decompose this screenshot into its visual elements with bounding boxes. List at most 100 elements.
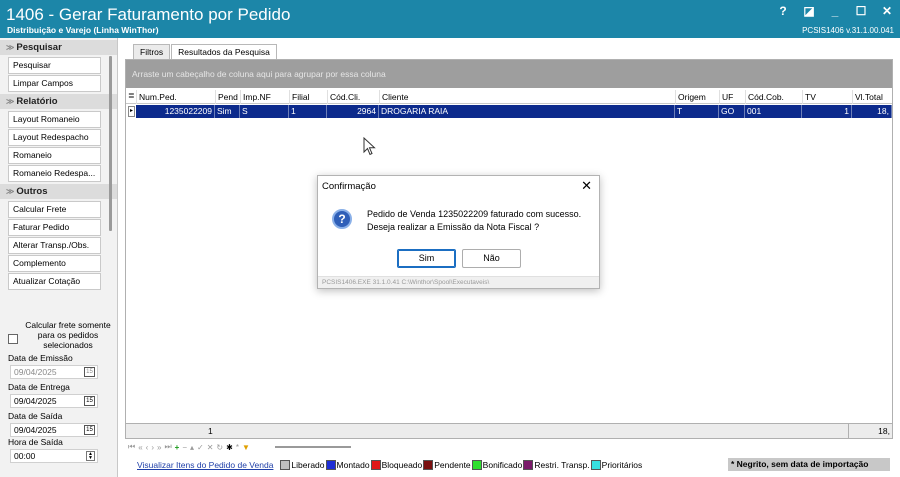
restore-layout-icon[interactable]: ◪ bbox=[802, 4, 816, 18]
sidebar-item-atualizar-cotacao[interactable]: Atualizar Cotação bbox=[8, 273, 101, 290]
cell-cod-cli[interactable]: 2964 bbox=[327, 105, 379, 118]
window-subtitle: Distribuição e Varejo (Linha WinThor) bbox=[7, 25, 159, 35]
add-record-icon[interactable]: + bbox=[175, 443, 180, 452]
cell-cliente[interactable]: DROGARIA RAIA bbox=[379, 105, 675, 118]
cell-imp-nf[interactable]: S bbox=[240, 105, 289, 118]
navigator-track[interactable] bbox=[274, 446, 351, 448]
legend-label: Restri. Transp. bbox=[534, 459, 590, 470]
prev-record-icon[interactable]: ‹ bbox=[146, 443, 149, 452]
data-entrega-field[interactable]: 09/04/2025 15 bbox=[10, 394, 98, 408]
calc-frete-label: Calcular frete somente para os pedidos s… bbox=[25, 320, 111, 350]
col-cod-cob[interactable]: Cód.Cob. bbox=[745, 90, 802, 104]
help-icon[interactable]: ? bbox=[776, 4, 790, 18]
cancel-record-icon[interactable]: ✕ bbox=[207, 443, 214, 452]
first-record-icon[interactable]: ⏮ bbox=[128, 442, 135, 452]
section-outros[interactable]: ≫ Outros bbox=[0, 184, 117, 199]
col-cod-cli[interactable]: Cód.Cli. bbox=[327, 90, 379, 104]
next-record-icon[interactable]: › bbox=[151, 443, 154, 452]
sidebar-item-faturar-pedido[interactable]: Faturar Pedido bbox=[8, 219, 101, 236]
footer-total: 18, bbox=[878, 426, 890, 436]
refresh-icon[interactable]: ↻ bbox=[216, 443, 223, 452]
table-row[interactable]: 1235022209 Sim S 1 2964 DROGARIA RAIA T … bbox=[126, 105, 892, 118]
version-label: PCSIS1406 v.31.1.00.041 bbox=[802, 26, 894, 35]
col-cliente[interactable]: Cliente bbox=[379, 90, 675, 104]
cell-pend[interactable]: Sim bbox=[215, 105, 240, 118]
sidebar-item-layout-redespacho[interactable]: Layout Redespacho bbox=[8, 129, 101, 146]
next-page-icon[interactable]: » bbox=[157, 443, 161, 452]
edit-record-icon[interactable]: ▴ bbox=[190, 443, 194, 452]
no-button[interactable]: Não bbox=[462, 249, 521, 268]
calc-frete-checkbox[interactable] bbox=[8, 334, 18, 344]
close-button[interactable]: ✕ bbox=[880, 4, 894, 18]
calendar-icon[interactable]: 15 bbox=[84, 425, 95, 435]
sidebar-item-complemento[interactable]: Complemento bbox=[8, 255, 101, 272]
data-saida-label: Data de Saída bbox=[8, 411, 63, 421]
cell-uf[interactable]: GO bbox=[719, 105, 745, 118]
calendar-icon[interactable]: 15 bbox=[84, 396, 95, 406]
confirmation-dialog: Confirmação ✕ ? Pedido de Venda 12350222… bbox=[317, 175, 600, 289]
data-emissao-field[interactable]: 09/04/2025 15 bbox=[10, 365, 98, 379]
cell-origem[interactable]: T bbox=[675, 105, 719, 118]
sidebar-item-calcular-frete[interactable]: Calcular Frete bbox=[8, 201, 101, 218]
col-uf[interactable]: UF bbox=[719, 90, 745, 104]
status-legend: Visualizar Itens do Pedido de Venda Libe… bbox=[137, 458, 642, 471]
minimize-button[interactable]: _ bbox=[828, 4, 842, 18]
bookmark-icon[interactable]: ✱ bbox=[226, 443, 233, 452]
col-origem[interactable]: Origem bbox=[675, 90, 719, 104]
cell-num-ped[interactable]: 1235022209 bbox=[136, 105, 215, 118]
footer-divider bbox=[848, 424, 849, 439]
prev-page-icon[interactable]: « bbox=[138, 443, 142, 452]
title-bar: 1406 - Gerar Faturamento por Pedido Dist… bbox=[0, 0, 900, 38]
yes-button[interactable]: Sim bbox=[397, 249, 456, 268]
data-saida-field[interactable]: 09/04/2025 15 bbox=[10, 423, 98, 437]
goto-bookmark-icon[interactable]: * bbox=[236, 443, 239, 452]
legend-label: Liberado bbox=[291, 459, 325, 470]
sidebar-item-layout-romaneio[interactable]: Layout Romaneio bbox=[8, 111, 101, 128]
delete-record-icon[interactable]: − bbox=[182, 443, 187, 452]
question-icon: ? bbox=[332, 209, 352, 229]
legend-swatch bbox=[590, 459, 601, 470]
post-record-icon[interactable]: ✓ bbox=[197, 443, 204, 452]
data-emissao-label: Data de Emissão bbox=[8, 353, 73, 363]
col-pend[interactable]: Pend bbox=[215, 90, 240, 104]
dialog-close-icon[interactable]: ✕ bbox=[581, 178, 592, 194]
col-filial[interactable]: Filial bbox=[289, 90, 327, 104]
tab-filtros[interactable]: Filtros bbox=[133, 44, 171, 59]
footer-count: 1 bbox=[208, 426, 213, 436]
legend-label: Bonificado bbox=[482, 459, 523, 470]
legend-swatch bbox=[325, 459, 336, 470]
cell-cod-cob[interactable]: 001 bbox=[745, 105, 802, 118]
sidebar-item-pesquisar[interactable]: Pesquisar bbox=[8, 57, 101, 74]
cell-tv[interactable]: 1 bbox=[802, 105, 852, 118]
grid-header: Num.Ped. Pend Imp.NF Filial Cód.Cli. Cli… bbox=[126, 90, 892, 104]
view-items-link[interactable]: Visualizar Itens do Pedido de Venda bbox=[137, 460, 273, 470]
cell-filial[interactable]: 1 bbox=[289, 105, 327, 118]
legend-swatch bbox=[471, 459, 482, 470]
calendar-icon[interactable]: 15 bbox=[84, 367, 95, 377]
group-by-area[interactable]: Arraste um cabeçalho de coluna aqui para… bbox=[126, 60, 892, 88]
maximize-button[interactable]: ☐ bbox=[854, 4, 868, 18]
grid-navigator: ⏮ « ‹ › » ⏭ + − ▴ ✓ ✕ ↻ ✱ * ▼ bbox=[128, 441, 351, 453]
sidebar-item-romaneio[interactable]: Romaneio bbox=[8, 147, 101, 164]
spin-icon[interactable]: ▲ ▼ bbox=[86, 451, 95, 461]
col-num-ped[interactable]: Num.Ped. bbox=[136, 90, 214, 104]
window-controls: ? ◪ _ ☐ ✕ bbox=[776, 4, 894, 18]
col-vl-total[interactable]: Vl.Total bbox=[852, 90, 892, 104]
section-relatorio[interactable]: ≫ Relatório bbox=[0, 94, 117, 109]
col-tv[interactable]: TV bbox=[802, 90, 852, 104]
section-pesquisar[interactable]: ≫ Pesquisar bbox=[0, 40, 117, 55]
sidebar-scrollbar[interactable] bbox=[109, 56, 112, 231]
legend-label: Prioritários bbox=[601, 459, 643, 470]
filter-icon[interactable]: ▼ bbox=[242, 443, 250, 452]
col-imp-nf[interactable]: Imp.NF bbox=[240, 90, 289, 104]
hora-saida-field[interactable]: 00:00 ▲ ▼ bbox=[10, 449, 98, 463]
chevron-up-icon: ≫ bbox=[6, 97, 15, 106]
hora-saida-label: Hora de Saída bbox=[8, 437, 63, 447]
tab-resultados[interactable]: Resultados da Pesquisa bbox=[171, 44, 277, 59]
sidebar-item-limpar-campos[interactable]: Limpar Campos bbox=[8, 75, 101, 92]
sidebar-item-romaneio-redespacho[interactable]: Romaneio Redespa... bbox=[8, 165, 101, 182]
cell-vl-total[interactable]: 18, bbox=[852, 105, 892, 118]
sidebar-item-alterar-transp[interactable]: Alterar Transp./Obs. bbox=[8, 237, 101, 254]
last-record-icon[interactable]: ⏭ bbox=[164, 442, 171, 452]
dialog-title: Confirmação bbox=[322, 181, 376, 192]
